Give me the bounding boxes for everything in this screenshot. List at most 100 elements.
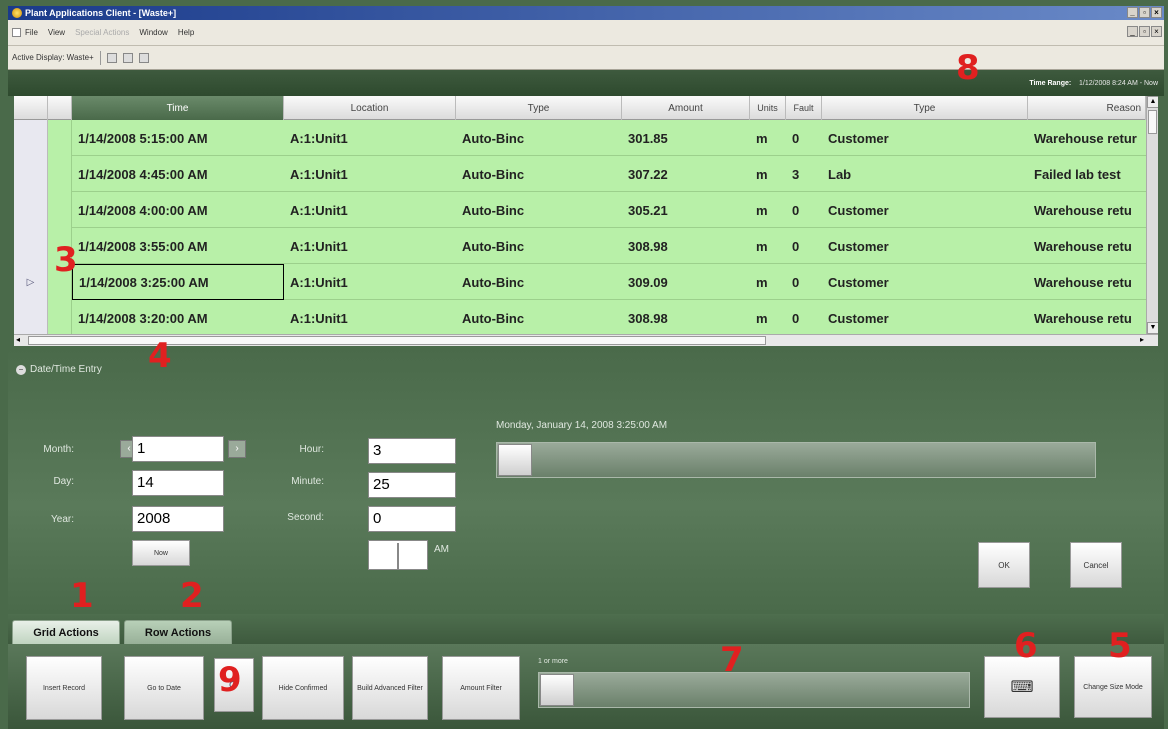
- hscroll-thumb[interactable]: [28, 336, 766, 345]
- cell-time[interactable]: 1/14/2008 4:00:00 AM: [72, 192, 284, 228]
- cell-reason[interactable]: Warehouse retur: [1028, 120, 1146, 156]
- col-header-fault[interactable]: Fault: [786, 96, 822, 120]
- col-header-units[interactable]: Units: [750, 96, 786, 120]
- row-selector[interactable]: [14, 120, 48, 156]
- cell-reason[interactable]: Warehouse retu: [1028, 192, 1146, 228]
- cell-location[interactable]: A:1:Unit1: [284, 228, 456, 264]
- cell-reason[interactable]: Warehouse retu: [1028, 264, 1146, 300]
- cell-type-2[interactable]: Customer: [822, 264, 1028, 300]
- ok-button[interactable]: OK: [978, 542, 1030, 588]
- row-selector[interactable]: [14, 192, 48, 228]
- cell-amount[interactable]: 301.85: [622, 120, 750, 156]
- year-input[interactable]: 2008: [132, 506, 224, 532]
- go-to-date-button[interactable]: Go to Date: [124, 656, 204, 720]
- cell-fault[interactable]: 3: [786, 156, 822, 192]
- build-advanced-filter-button[interactable]: Build Advanced Filter: [352, 656, 428, 720]
- tab-grid-actions[interactable]: Grid Actions: [12, 620, 120, 644]
- table-row[interactable]: 1/14/2008 3:55:00 AM A:1:Unit1 Auto-Binc…: [14, 228, 1158, 264]
- cell-time[interactable]: 1/14/2008 4:45:00 AM: [72, 156, 284, 192]
- cell-fault[interactable]: 0: [786, 264, 822, 300]
- mdi-restore-icon[interactable]: ▫: [1139, 26, 1150, 37]
- col-header-amount[interactable]: Amount: [622, 96, 750, 120]
- table-row[interactable]: 1/14/2008 4:45:00 AM A:1:Unit1 Auto-Binc…: [14, 156, 1158, 192]
- cell-time[interactable]: 1/14/2008 5:15:00 AM: [72, 120, 284, 156]
- cell-amount[interactable]: 308.98: [622, 300, 750, 336]
- cancel-button[interactable]: Cancel: [1070, 542, 1122, 588]
- date-slider-thumb[interactable]: [498, 444, 532, 476]
- row-selector[interactable]: [14, 156, 48, 192]
- table-row[interactable]: 1/14/2008 3:20:00 AM A:1:Unit1 Auto-Binc…: [14, 300, 1158, 336]
- close-icon[interactable]: ×: [1151, 7, 1162, 18]
- row-selector[interactable]: ▷: [14, 264, 48, 300]
- col-header-location[interactable]: Location: [284, 96, 456, 120]
- hide-confirmed-button[interactable]: Hide Confirmed: [262, 656, 344, 720]
- cell-reason[interactable]: Warehouse retu: [1028, 300, 1146, 336]
- waste-grid[interactable]: Time Location Type Amount Units Fault Ty…: [14, 96, 1158, 346]
- scroll-down-icon[interactable]: ▼: [1147, 322, 1158, 334]
- hour-input[interactable]: 3: [368, 438, 456, 464]
- scroll-left-icon[interactable]: ◂: [16, 335, 20, 344]
- cell-location[interactable]: A:1:Unit1: [284, 156, 456, 192]
- cell-time[interactable]: 1/14/2008 3:20:00 AM: [72, 300, 284, 336]
- grid-horizontal-scrollbar[interactable]: ◂ ▸: [14, 334, 1158, 346]
- row-selector[interactable]: [14, 228, 48, 264]
- col-header-time[interactable]: Time: [72, 96, 284, 120]
- menu-view[interactable]: View: [48, 28, 65, 37]
- cell-type[interactable]: Auto-Binc: [456, 120, 622, 156]
- ampm-toggle[interactable]: [368, 540, 428, 570]
- mdi-close-icon[interactable]: ×: [1151, 26, 1162, 37]
- cell-type-2[interactable]: Customer: [822, 120, 1028, 156]
- cell-type-2[interactable]: Customer: [822, 300, 1028, 336]
- maximize-icon[interactable]: ▫: [1139, 7, 1150, 18]
- day-input[interactable]: 14: [132, 470, 224, 496]
- print-icon[interactable]: [106, 52, 117, 63]
- insert-record-button[interactable]: Insert Record: [26, 656, 102, 720]
- cell-amount[interactable]: 307.22: [622, 156, 750, 192]
- menu-file[interactable]: File: [25, 28, 38, 37]
- cell-units[interactable]: m: [750, 156, 786, 192]
- date-time-header[interactable]: − Date/Time Entry: [16, 364, 102, 375]
- time-range[interactable]: Time Range: 1/12/2008 8:24 AM - Now: [1029, 80, 1158, 87]
- cell-type[interactable]: Auto-Binc: [456, 156, 622, 192]
- cell-units[interactable]: m: [750, 264, 786, 300]
- cell-time-focused[interactable]: 1/14/2008 3:25:00 AM: [72, 264, 284, 300]
- month-increment-icon[interactable]: ›: [228, 440, 246, 458]
- table-row[interactable]: 1/14/2008 5:15:00 AM A:1:Unit1 Auto-Binc…: [14, 120, 1158, 156]
- scroll-up-icon[interactable]: ▲: [1147, 96, 1158, 108]
- cell-type[interactable]: Auto-Binc: [456, 264, 622, 300]
- save-icon[interactable]: [138, 52, 149, 63]
- cell-units[interactable]: m: [750, 120, 786, 156]
- menu-special-actions[interactable]: Special Actions: [75, 28, 129, 37]
- col-header-reason[interactable]: Reason: [1028, 96, 1146, 120]
- minimize-icon[interactable]: _: [1127, 7, 1138, 18]
- cell-units[interactable]: m: [750, 192, 786, 228]
- cell-location[interactable]: A:1:Unit1: [284, 300, 456, 336]
- mdi-minimize-icon[interactable]: _: [1127, 26, 1138, 37]
- cell-location[interactable]: A:1:Unit1: [284, 264, 456, 300]
- cell-reason[interactable]: Warehouse retu: [1028, 228, 1146, 264]
- cell-type[interactable]: Auto-Binc: [456, 300, 622, 336]
- month-input[interactable]: 1: [132, 436, 224, 462]
- scroll-thumb[interactable]: [1148, 110, 1157, 134]
- cell-type[interactable]: Auto-Binc: [456, 228, 622, 264]
- now-button[interactable]: Now: [132, 540, 190, 566]
- tab-row-actions[interactable]: Row Actions: [124, 620, 232, 644]
- cell-amount[interactable]: 308.98: [622, 228, 750, 264]
- cell-location[interactable]: A:1:Unit1: [284, 192, 456, 228]
- grid-vertical-scrollbar[interactable]: ▲ ▼: [1146, 96, 1158, 346]
- cell-type-2[interactable]: Customer: [822, 228, 1028, 264]
- cell-type[interactable]: Auto-Binc: [456, 192, 622, 228]
- table-row[interactable]: 1/14/2008 4:00:00 AM A:1:Unit1 Auto-Binc…: [14, 192, 1158, 228]
- cell-fault[interactable]: 0: [786, 228, 822, 264]
- col-header-type-2[interactable]: Type: [822, 96, 1028, 120]
- cell-units[interactable]: m: [750, 300, 786, 336]
- minute-input[interactable]: 25: [368, 472, 456, 498]
- properties-icon[interactable]: [122, 52, 133, 63]
- cell-amount[interactable]: 305.21: [622, 192, 750, 228]
- scroll-right-icon[interactable]: ▸: [1140, 335, 1144, 344]
- amount-slider-thumb[interactable]: [540, 674, 574, 706]
- second-input[interactable]: 0: [368, 506, 456, 532]
- amount-filter-button[interactable]: Amount Filter: [442, 656, 520, 720]
- menu-help[interactable]: Help: [178, 28, 194, 37]
- cell-reason[interactable]: Failed lab test: [1028, 156, 1146, 192]
